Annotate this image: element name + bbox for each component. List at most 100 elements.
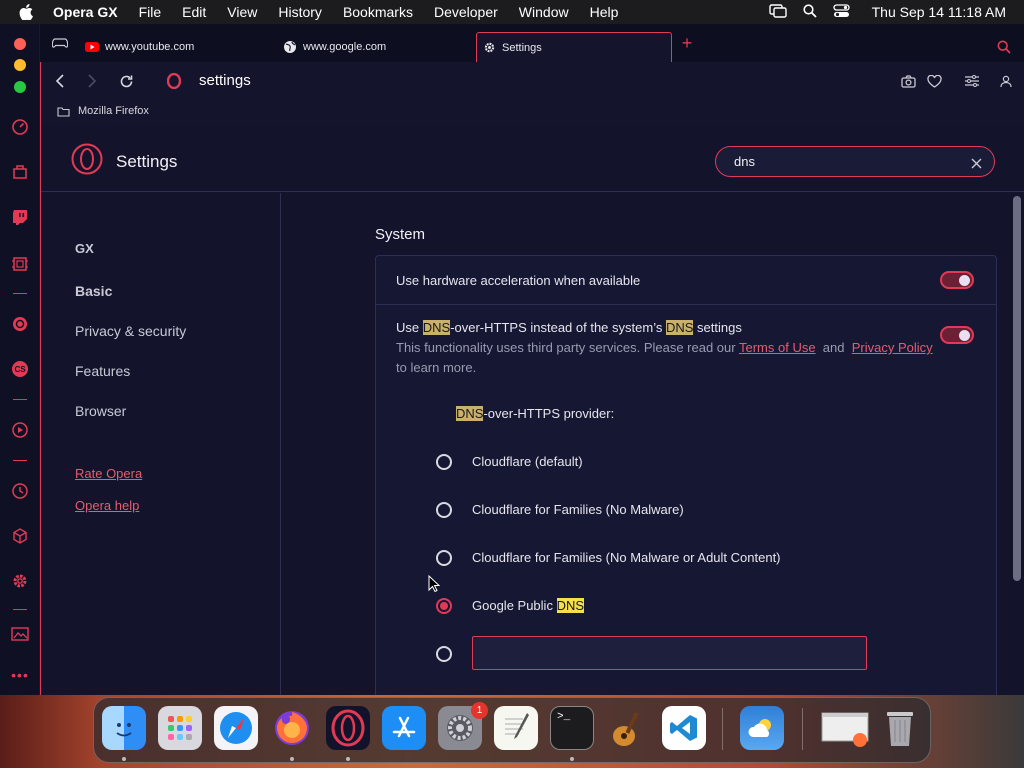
settings-page: Settings GX Basic Privacy & security Fea… <box>40 126 1024 695</box>
back-icon[interactable] <box>50 71 70 91</box>
opera-gx-icon[interactable] <box>326 706 370 750</box>
radio-cloudflare[interactable] <box>436 454 452 470</box>
wallpaper-icon[interactable] <box>10 624 30 644</box>
close-window-button[interactable] <box>14 38 26 50</box>
provider-label: DNS-over-HTTPS provider: <box>456 406 615 421</box>
snapshot-camera-icon[interactable] <box>898 71 918 91</box>
instruments-guitar-icon[interactable] <box>606 706 650 750</box>
radio-google-public-dns[interactable] <box>436 598 452 614</box>
control-center-icon[interactable] <box>832 3 850 21</box>
vscode-icon[interactable] <box>662 706 706 750</box>
clear-search-icon[interactable] <box>971 156 982 174</box>
finder-icon[interactable] <box>102 706 146 750</box>
nav-item-basic[interactable]: Basic <box>75 283 112 299</box>
page-title: Settings <box>116 152 178 171</box>
zoom-window-button[interactable] <box>14 81 26 93</box>
chatsonic-icon[interactable]: CS <box>10 359 30 379</box>
screen-mirroring-icon[interactable] <box>768 3 787 21</box>
player-icon[interactable] <box>10 420 30 440</box>
opera-help-link[interactable]: Opera help <box>75 498 139 513</box>
custom-provider-input[interactable] <box>472 636 867 670</box>
menu-file[interactable]: File <box>139 4 162 20</box>
textedit-icon[interactable] <box>494 706 538 750</box>
speed-dial-icon[interactable] <box>10 117 30 137</box>
privacy-policy-link[interactable]: Privacy Policy <box>852 340 933 355</box>
forward-icon[interactable] <box>82 71 102 91</box>
radio-custom-provider[interactable] <box>436 646 452 662</box>
hardware-accel-toggle[interactable] <box>940 271 974 289</box>
doh-description-end: to learn more. <box>396 360 477 375</box>
terms-of-use-link[interactable]: Terms of Use <box>739 340 816 355</box>
firefox-icon[interactable] <box>270 706 314 750</box>
gx-corner-icon[interactable] <box>10 162 30 182</box>
settings-nav: GX Basic Privacy & security Features Bro… <box>41 193 281 695</box>
new-tab-plus-icon[interactable]: + <box>677 33 697 53</box>
extensions-cube-icon[interactable] <box>10 526 30 546</box>
tab-google[interactable]: www.google.com <box>283 32 473 62</box>
menu-developer[interactable]: Developer <box>434 4 498 20</box>
running-indicator <box>346 757 350 761</box>
minimize-window-button[interactable] <box>14 59 26 71</box>
settings-search[interactable] <box>715 146 995 177</box>
menu-help[interactable]: Help <box>590 4 619 20</box>
bookmark-folder-mozilla[interactable]: Mozilla Firefox <box>57 105 149 117</box>
bookmark-heart-icon[interactable] <box>924 71 944 91</box>
radio-cloudflare-families[interactable] <box>436 502 452 518</box>
doh-toggle[interactable] <box>940 326 974 344</box>
settings-gear-icon[interactable] <box>10 571 30 591</box>
gx-control-icon[interactable] <box>10 254 30 274</box>
option-label: Google Public DNS <box>472 598 585 613</box>
tab-settings[interactable]: Settings <box>476 32 672 62</box>
chatgpt-icon[interactable] <box>10 314 30 334</box>
tab-youtube[interactable]: www.youtube.com <box>85 32 275 62</box>
menu-window[interactable]: Window <box>519 4 569 20</box>
sidebar-divider <box>13 460 27 461</box>
option-label: Cloudflare for Families (No Malware or A… <box>472 550 781 565</box>
doh-description: This functionality uses third party serv… <box>396 340 933 355</box>
sidebar-divider <box>13 293 27 294</box>
nav-item-privacy[interactable]: Privacy & security <box>75 323 186 339</box>
app-store-icon[interactable] <box>382 706 426 750</box>
page-scrollbar[interactable] <box>1013 196 1021 581</box>
nav-item-gx[interactable]: GX <box>75 241 94 256</box>
spotlight-search-icon[interactable] <box>803 3 817 21</box>
launchpad-icon[interactable] <box>158 706 202 750</box>
menu-app-name[interactable]: Opera GX <box>53 4 118 20</box>
easy-setup-icon[interactable] <box>962 71 982 91</box>
settings-header: Settings <box>41 126 1024 192</box>
preview-window-icon[interactable] <box>820 706 870 750</box>
menu-bookmarks[interactable]: Bookmarks <box>343 4 413 20</box>
search-input[interactable] <box>734 154 954 169</box>
dock-separator <box>722 708 723 750</box>
nav-item-browser[interactable]: Browser <box>75 403 126 419</box>
more-icon[interactable]: ••• <box>10 665 30 685</box>
history-icon[interactable] <box>10 481 30 501</box>
trash-icon[interactable] <box>878 706 922 750</box>
address-bar[interactable]: settings <box>199 72 251 89</box>
doh-label: Use DNS-over-HTTPS instead of the system… <box>396 320 742 335</box>
menu-view[interactable]: View <box>227 4 257 20</box>
gamepad-icon[interactable] <box>50 33 70 53</box>
hardware-accel-label: Use hardware acceleration when available <box>396 273 641 288</box>
menu-edit[interactable]: Edit <box>182 4 206 20</box>
tab-label: www.google.com <box>303 41 387 53</box>
nav-item-features[interactable]: Features <box>75 363 130 379</box>
safari-icon[interactable] <box>214 706 258 750</box>
menu-history[interactable]: History <box>278 4 322 20</box>
tab-search-icon[interactable] <box>994 37 1014 57</box>
opera-logo-icon <box>71 143 103 180</box>
apple-icon[interactable] <box>19 4 35 20</box>
menubar-clock[interactable]: Thu Sep 14 11:18 AM <box>872 4 1006 20</box>
twitch-icon[interactable] <box>10 207 30 227</box>
radio-cloudflare-families-adult[interactable] <box>436 550 452 566</box>
tab-label: www.youtube.com <box>105 41 195 53</box>
terminal-icon[interactable]: >_ <box>550 706 594 750</box>
system-settings-icon[interactable]: 1 <box>438 702 488 750</box>
rate-opera-link[interactable]: Rate Opera <box>75 466 142 481</box>
dock-separator <box>802 708 803 750</box>
reload-icon[interactable] <box>116 71 136 91</box>
weather-icon[interactable] <box>740 706 784 750</box>
profile-icon[interactable] <box>996 71 1016 91</box>
notification-badge: 1 <box>471 702 488 719</box>
tab-bar: www.youtube.com www.google.com Settings … <box>40 24 1024 62</box>
